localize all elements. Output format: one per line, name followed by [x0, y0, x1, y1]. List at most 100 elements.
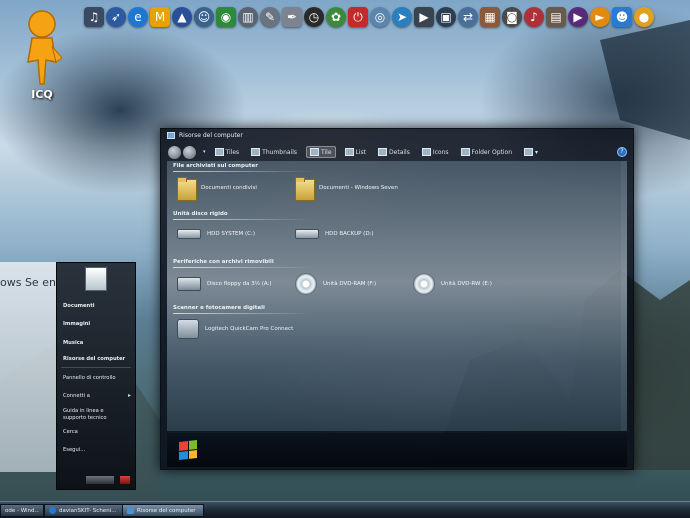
tools-icon[interactable]: ✎: [260, 7, 280, 27]
computer-icon: [127, 507, 134, 514]
hard-drive-icon: [177, 229, 201, 239]
dvd-drive-icon: [413, 273, 435, 295]
play-icon[interactable]: ►: [590, 7, 610, 27]
camera-item-quickcam[interactable]: Logitech QuickCam Pro Connect: [177, 319, 293, 339]
group-divider: [173, 171, 313, 172]
wheel-icon[interactable]: ✿: [326, 7, 346, 27]
view-list-button[interactable]: List: [342, 147, 370, 157]
user-picture[interactable]: [85, 267, 107, 291]
user-icon[interactable]: ☺: [194, 7, 214, 27]
taskbar-button-risorse[interactable]: Risorse del computer: [122, 504, 204, 517]
taskbar: ode - Wind... davianSKIT- Scheni... Riso…: [0, 501, 690, 518]
view-thumbnails-button[interactable]: Thumbnails: [248, 147, 300, 157]
taskbar-button-window-1[interactable]: ode - Wind...: [0, 504, 44, 517]
folder-item-user-documents[interactable]: Documenti - Windows Seven: [295, 177, 398, 201]
wizard-icon[interactable]: ▲: [172, 7, 192, 27]
taskbar-button-browser[interactable]: davianSKIT- Scheni...: [44, 504, 124, 517]
list-icon: [344, 148, 354, 156]
help-icon[interactable]: ?: [617, 147, 627, 157]
windows-logo-icon: [179, 440, 197, 460]
drive-item-dvd-rw[interactable]: Unità DVD-RW (E:): [413, 273, 492, 295]
start-item-pannello-controllo[interactable]: Pannello di controllo: [63, 375, 116, 381]
icq-label: ICQ: [31, 88, 53, 101]
photo-icon[interactable]: ▤: [546, 7, 566, 27]
floppy-drive-icon: [177, 277, 201, 291]
explorer-content: File archiviati sul computer Documenti c…: [167, 161, 627, 431]
flag-icon[interactable]: ➤: [392, 7, 412, 27]
quick-launch-bar: ♫ ➶ e M ▲ ☺ ◉ ▥ ✎ ✒ ◷ ✿ ⏻ ◎ ➤ ▶ ▣ ⇄ ▦ ◙ ♪ ▤ ▶ ► ☻ ●: [84, 4, 690, 30]
view-icons-button[interactable]: Icons: [419, 147, 452, 157]
rocket-icon[interactable]: ➶: [106, 7, 126, 27]
hard-drive-icon: [295, 229, 319, 239]
folder-item-shared-documents[interactable]: Documenti condivisi: [177, 177, 257, 201]
group-header-scanners: Scanner e fotocamere digitali: [173, 305, 265, 311]
start-menu-left-pane: ows Se en: [0, 262, 56, 472]
start-menu-brand: ows Se en: [0, 276, 56, 289]
video-icon[interactable]: ▶: [414, 7, 434, 27]
start-item-connetti[interactable]: Connetti a: [63, 393, 90, 399]
explorer-window[interactable]: Risorse del computer ▾ Tiles Thumbnails …: [160, 128, 634, 470]
picture-icon[interactable]: ▦: [480, 7, 500, 27]
group-header-removable: Periferiche con archivi rimovibili: [173, 259, 274, 265]
lock-button[interactable]: [119, 475, 131, 485]
books-icon[interactable]: ▥: [238, 7, 258, 27]
pen-icon[interactable]: ✒: [282, 7, 302, 27]
group-divider: [173, 267, 313, 268]
content-scrollbar[interactable]: [621, 161, 627, 431]
start-item-cerca[interactable]: Cerca: [63, 429, 78, 435]
clock-icon[interactable]: ◷: [304, 7, 324, 27]
extra-icon[interactable]: ●: [634, 7, 654, 27]
shutdown-button[interactable]: [85, 475, 115, 485]
start-item-documenti[interactable]: Documenti: [63, 303, 95, 309]
tiles-icon: [214, 148, 224, 156]
drive-item-floppy[interactable]: Disco floppy da 3½ (A:): [177, 277, 272, 291]
icons-view-icon: [421, 148, 431, 156]
messenger-icon[interactable]: ☻: [612, 7, 632, 27]
drive-item-d[interactable]: HDD BACKUP (D:): [295, 229, 374, 239]
music-icon[interactable]: ♪: [524, 7, 544, 27]
start-menu-separator: [61, 367, 131, 368]
folder-icon: [295, 177, 315, 201]
tile-icon: [310, 148, 320, 156]
computer-icon: [167, 131, 175, 139]
movie-icon[interactable]: ▶: [568, 7, 588, 27]
start-item-risorse-computer[interactable]: Risorse del computer: [63, 356, 125, 362]
start-menu-power-controls: [61, 475, 131, 485]
drive-item-dvd-ram[interactable]: Unità DVD-RAM (F:): [295, 273, 376, 295]
dvd-drive-icon: [295, 273, 317, 295]
explorer-toolbar: ▾ Tiles Thumbnails Tile List Details Ico…: [167, 143, 627, 161]
start-menu: ows Se en Documenti Immagini Musica Riso…: [0, 262, 136, 490]
view-tiles-button[interactable]: Tiles: [212, 147, 243, 157]
group-header-files: File archiviati sul computer: [173, 163, 258, 169]
monitor-icon[interactable]: ▣: [436, 7, 456, 27]
forward-button[interactable]: [182, 144, 197, 160]
group-divider: [173, 313, 313, 314]
headphones-icon[interactable]: ♫: [84, 7, 104, 27]
view-tile-button[interactable]: Tile: [306, 146, 336, 158]
icq-flower-icon: [22, 6, 63, 86]
camera-icon[interactable]: ◙: [502, 7, 522, 27]
window-titlebar[interactable]: Risorse del computer: [161, 129, 633, 141]
network-icon[interactable]: ◎: [370, 7, 390, 27]
start-item-musica[interactable]: Musica: [63, 340, 83, 346]
start-item-immagini[interactable]: Immagini: [63, 321, 90, 327]
drive-item-c[interactable]: HDD SYSTEM (C:): [177, 229, 255, 239]
group-header-hard-drives: Unità disco rigido: [173, 211, 228, 217]
back-button[interactable]: [167, 144, 182, 160]
media-icon[interactable]: M: [150, 7, 170, 27]
start-item-guida[interactable]: Guida in linea e supporto tecnico: [63, 408, 127, 422]
webcam-icon: [177, 319, 199, 339]
network-share-icon[interactable]: ⇄: [458, 7, 478, 27]
folder-icon: [177, 177, 197, 201]
views-menu-button[interactable]: ▾: [521, 147, 541, 157]
nav-dropdown-icon[interactable]: ▾: [203, 149, 206, 155]
folder-options-button[interactable]: Folder Option: [458, 147, 515, 157]
start-item-esegui[interactable]: Esegui...: [63, 447, 85, 453]
submenu-arrow-icon: ▸: [127, 392, 131, 399]
view-details-button[interactable]: Details: [375, 147, 413, 157]
internet-explorer-icon[interactable]: e: [128, 7, 148, 27]
globe-icon[interactable]: ◉: [216, 7, 236, 27]
power-icon[interactable]: ⏻: [348, 7, 368, 27]
icq-desktop-icon[interactable]: ICQ: [14, 6, 70, 101]
group-divider: [173, 219, 313, 220]
